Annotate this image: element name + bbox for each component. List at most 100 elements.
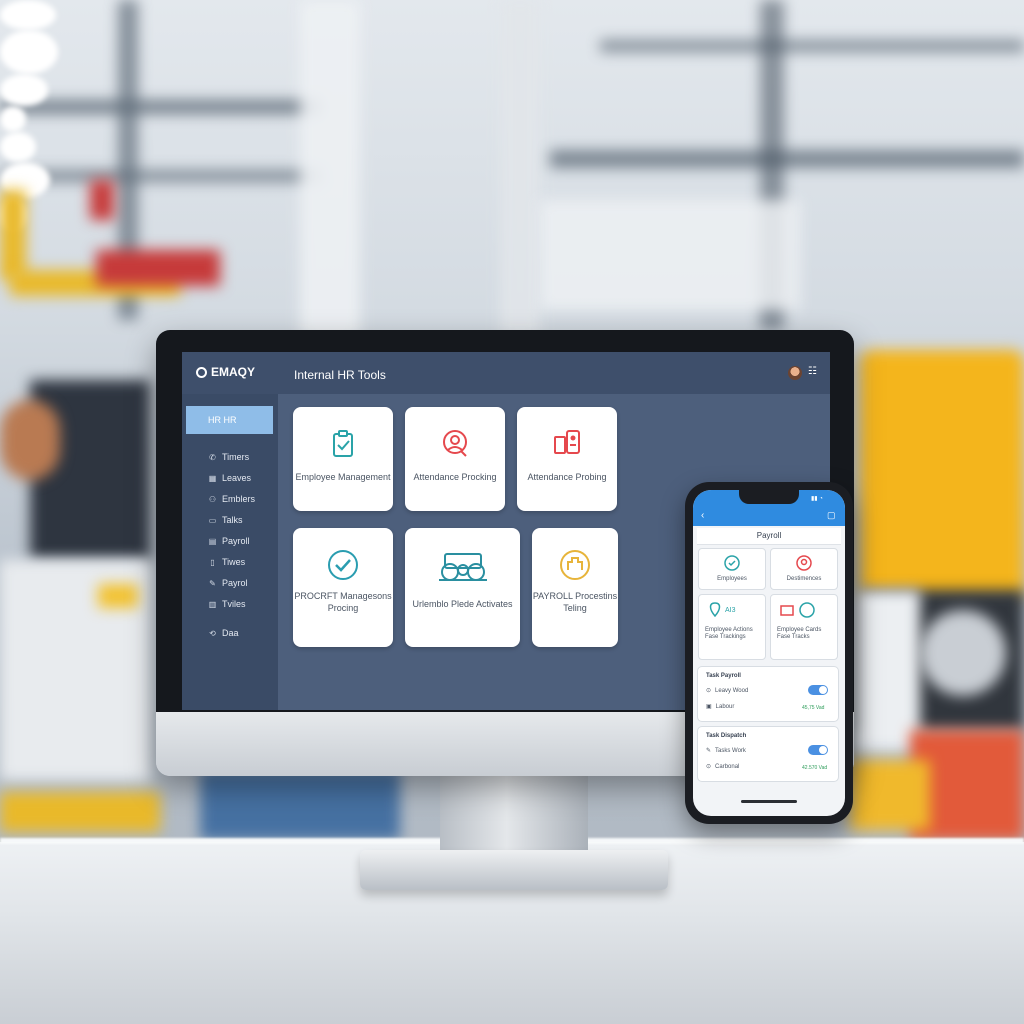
sidebar-item-payrol[interactable]: ✎ Payrol <box>208 578 247 588</box>
brand-name: EMAQY <box>211 365 256 379</box>
back-icon[interactable]: ‹ <box>701 510 704 521</box>
wheel <box>920 610 1006 696</box>
phone-tile[interactable]: Employee Cards Fase Tracks <box>770 594 838 660</box>
sidebar-item-talks[interactable]: ▭ Talks <box>208 515 243 525</box>
sidebar-item-daa[interactable]: ⟲ Daa <box>208 628 239 638</box>
steel-beam <box>0 100 320 114</box>
row-value: 45,75 Vad <box>802 705 825 711</box>
phone-tile[interactable]: AI3 Employee Actions Fase Trackings <box>698 594 766 660</box>
white-column <box>500 0 540 340</box>
white-column <box>300 0 360 340</box>
sidebar-item-active[interactable]: HR HR <box>186 406 273 434</box>
card-label: PROCRFT Managesons Procing <box>294 591 392 613</box>
page-title: Internal HR Tools <box>294 368 386 382</box>
sidebar-item-label: Leaves <box>222 473 252 483</box>
home-indicator[interactable] <box>741 800 797 803</box>
phone-screen: ▮▮ ◔ ‹ ▢ Payroll Employees Destimences A… <box>693 490 845 816</box>
card-procrft-managesons[interactable]: PROCRFT Managesons Procing <box>293 528 393 647</box>
card-employee-management[interactable]: Employee Management <box>293 407 393 511</box>
sidebar: HR HR ✆ Timers ▦ Leaves ⚇ Emblers ▭ Talks ▤ P… <box>182 394 278 710</box>
sidebar-item-label: Tiwes <box>222 557 246 567</box>
phone-title: Payroll <box>697 528 841 545</box>
worker-hand <box>0 400 60 480</box>
clipboard-icon <box>333 430 353 457</box>
phone-notch <box>739 490 799 504</box>
section-row[interactable]: ▣ Labour <box>706 703 734 711</box>
ceiling-light <box>0 106 26 132</box>
check-circle-icon <box>328 550 358 580</box>
phone-icon: ✆ <box>209 452 216 462</box>
cards-icon <box>780 602 815 618</box>
phone-tile[interactable]: Employees <box>698 548 766 590</box>
card-attendance-probing[interactable]: Attendance Probing <box>517 407 617 511</box>
card-label: Attendance Procking <box>413 472 497 482</box>
ceiling-light <box>0 132 36 162</box>
ceiling-light <box>0 74 48 106</box>
sidebar-item-label: Daa <box>222 628 239 638</box>
top-bar: EMAQY Internal HR Tools ☷ <box>182 352 830 394</box>
monitor-stand <box>440 776 588 854</box>
phone-tile[interactable]: Destimences <box>770 548 838 590</box>
sidebar-item-payroll[interactable]: ▤ Payroll <box>208 536 250 546</box>
tile-label: Destimences <box>786 576 822 582</box>
card-label: Employee Management <box>295 472 391 482</box>
toggle-switch[interactable] <box>808 685 828 695</box>
avatar[interactable] <box>788 366 802 380</box>
card-label: Attendance Probing <box>527 472 607 482</box>
sidebar-item-label: Timers <box>222 452 250 462</box>
card-label: PAYROLL Procestins Teling <box>532 591 618 613</box>
refresh-icon: ⟲ <box>209 628 216 638</box>
clock-icon: ⊙ <box>706 688 712 694</box>
card-label: Urlemblo Plede Activates <box>412 599 513 609</box>
grey-cabinet <box>854 590 920 750</box>
users-icon: ⚇ <box>208 494 217 504</box>
section-row[interactable]: ✎ Tasks Work <box>706 747 746 755</box>
ceiling-light <box>0 0 56 30</box>
mezzanine <box>540 200 800 310</box>
location-pin-icon: AI3 <box>709 602 736 617</box>
steel-beam <box>600 40 1024 52</box>
phone-section: Task Dispatch ✎ Tasks Work ⊙ Carbonal 42.5… <box>697 726 839 782</box>
face-scan-icon <box>443 430 467 457</box>
row-value: 42.570 Vad <box>802 765 828 771</box>
monitor-foot <box>360 850 668 890</box>
toggle-switch[interactable] <box>808 745 828 755</box>
sidebar-item-label: Payroll <box>222 536 250 546</box>
sidebar-item-emblers[interactable]: ⚇ Emblers <box>208 494 255 504</box>
status-icons: ▮▮ ◔ <box>811 496 823 502</box>
clock-icon: ▯ <box>210 557 215 567</box>
sidebar-item-tviles[interactable]: ▥ Tviles <box>208 599 246 609</box>
menu-icon[interactable]: ▢ <box>827 510 836 521</box>
sidebar-item-leaves[interactable]: ▦ Leaves <box>208 473 251 483</box>
scene: EMAQY Internal HR Tools ☷ HR HR ✆ Timers … <box>0 0 1024 1024</box>
section-row[interactable]: ⊙ Carbonal <box>706 763 739 771</box>
grid-icon: ▥ <box>208 599 217 609</box>
smartphone: ▮▮ ◔ ‹ ▢ Payroll Employees Destimences A… <box>683 480 855 826</box>
ceiling-light <box>0 30 58 74</box>
steel-beam <box>550 150 1024 168</box>
logo-icon <box>196 366 207 378</box>
section-row[interactable]: ⊙ Leavy Wood <box>706 687 748 695</box>
warning-label <box>98 584 138 608</box>
sidebar-item-tiwes[interactable]: ▯ Tiwes <box>208 557 245 567</box>
clock-icon: ⊙ <box>706 764 712 770</box>
card-attendance-procking[interactable]: Attendance Procking <box>405 407 505 511</box>
svg-text:AI3: AI3 <box>725 607 736 614</box>
blue-pipes <box>200 770 400 840</box>
brand-logo[interactable]: EMAQY <box>196 365 255 379</box>
sidebar-item-label: Emblers <box>222 494 256 504</box>
menu-grid-icon[interactable]: ☷ <box>808 367 818 377</box>
card-payroll-procestins[interactable]: PAYROLL Procestins Teling <box>532 528 618 647</box>
card-urlemblo-plede[interactable]: Urlemblo Plede Activates <box>405 528 520 647</box>
yellow-crate <box>850 760 930 830</box>
section-header: Task Payroll <box>706 673 741 679</box>
red-light <box>90 180 114 220</box>
employee-icon <box>724 555 740 571</box>
yellow-base <box>0 792 160 832</box>
sidebar-item-label: Tviles <box>222 599 246 609</box>
calendar-icon: ▦ <box>208 473 217 483</box>
chat-icon: ▭ <box>208 515 217 525</box>
edit-icon: ▣ <box>706 704 712 710</box>
red-equipment <box>96 250 220 286</box>
sidebar-item-timers[interactable]: ✆ Timers <box>208 452 249 462</box>
